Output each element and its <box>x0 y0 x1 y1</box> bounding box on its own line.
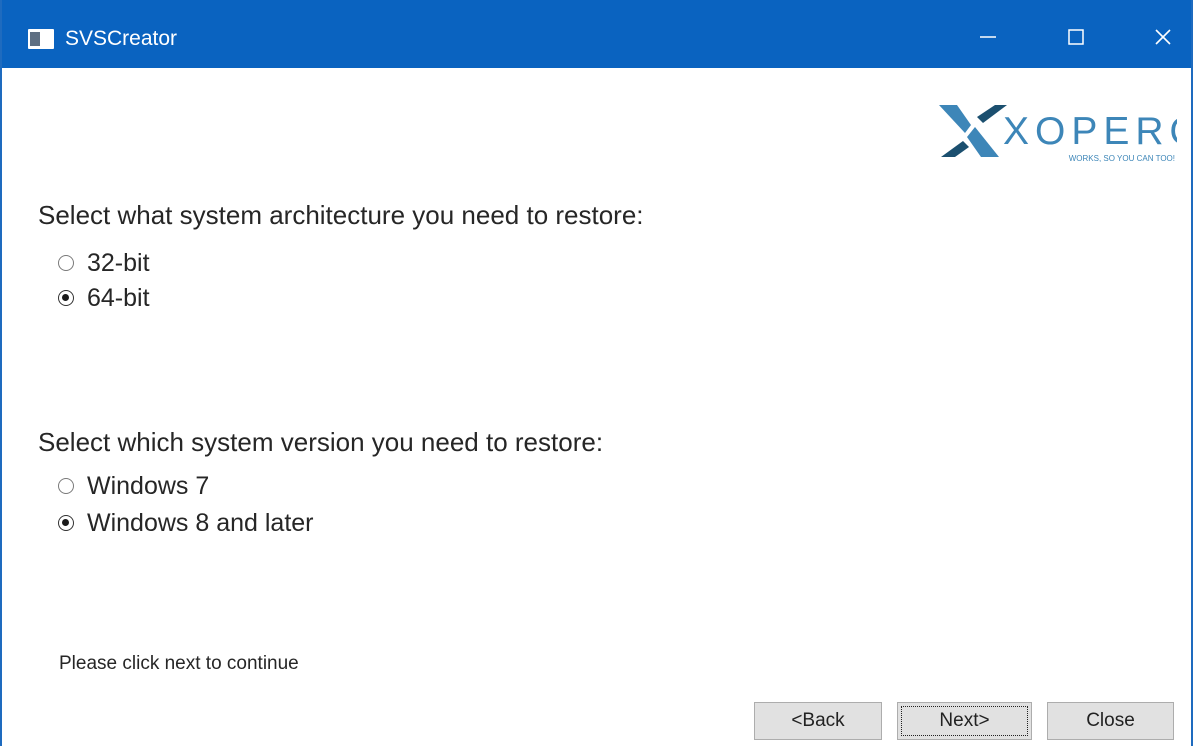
back-button-label: <Back <box>791 710 845 731</box>
version-prompt: Select which system version you need to … <box>38 427 604 457</box>
close-button-label: Close <box>1086 710 1135 731</box>
radio-windows-8-and-later[interactable]: Windows 8 and later <box>58 507 314 539</box>
status-text: Please click next to continue <box>59 653 299 674</box>
svscreator-window: SVSCreator XOPERO WORKS, SO YOU CAN TOO!… <box>0 0 1193 746</box>
xopero-logo: XOPERO WORKS, SO YOU CAN TOO! <box>939 105 1177 163</box>
architecture-prompt: Select what system architecture you need… <box>38 200 644 230</box>
radio-64-bit-label[interactable]: 64-bit <box>87 282 150 314</box>
minimize-icon <box>980 36 996 38</box>
radio-64-bit-circle[interactable] <box>58 290 74 306</box>
maximize-icon <box>1068 29 1084 45</box>
back-button[interactable]: <Back <box>754 702 882 740</box>
minimize-button[interactable] <box>957 14 1019 60</box>
close-icon <box>1155 29 1171 45</box>
radio-32-bit[interactable]: 32-bit <box>58 247 150 279</box>
radio-32-bit-label[interactable]: 32-bit <box>87 247 150 279</box>
next-button-label: Next> <box>939 710 990 731</box>
next-button[interactable]: Next> <box>897 702 1032 740</box>
maximize-button[interactable] <box>1045 14 1107 60</box>
app-icon <box>28 29 54 49</box>
radio-windows-7-circle[interactable] <box>58 478 74 494</box>
radio-windows-7[interactable]: Windows 7 <box>58 470 209 502</box>
window-title: SVSCreator <box>65 27 178 50</box>
radio-32-bit-circle[interactable] <box>58 255 74 271</box>
app-icon-pane <box>30 32 40 46</box>
radio-windows-7-label[interactable]: Windows 7 <box>87 470 209 502</box>
radio-windows-8-label[interactable]: Windows 8 and later <box>87 507 314 539</box>
title-bar[interactable]: SVSCreator <box>2 0 1191 68</box>
logo-wordmark: XOPERO <box>1003 110 1177 153</box>
logo-tagline: WORKS, SO YOU CAN TOO! <box>1069 154 1175 163</box>
close-window-button[interactable] <box>1132 14 1193 60</box>
close-button[interactable]: Close <box>1047 702 1174 740</box>
radio-64-bit[interactable]: 64-bit <box>58 282 150 314</box>
radio-windows-8-circle[interactable] <box>58 515 74 531</box>
